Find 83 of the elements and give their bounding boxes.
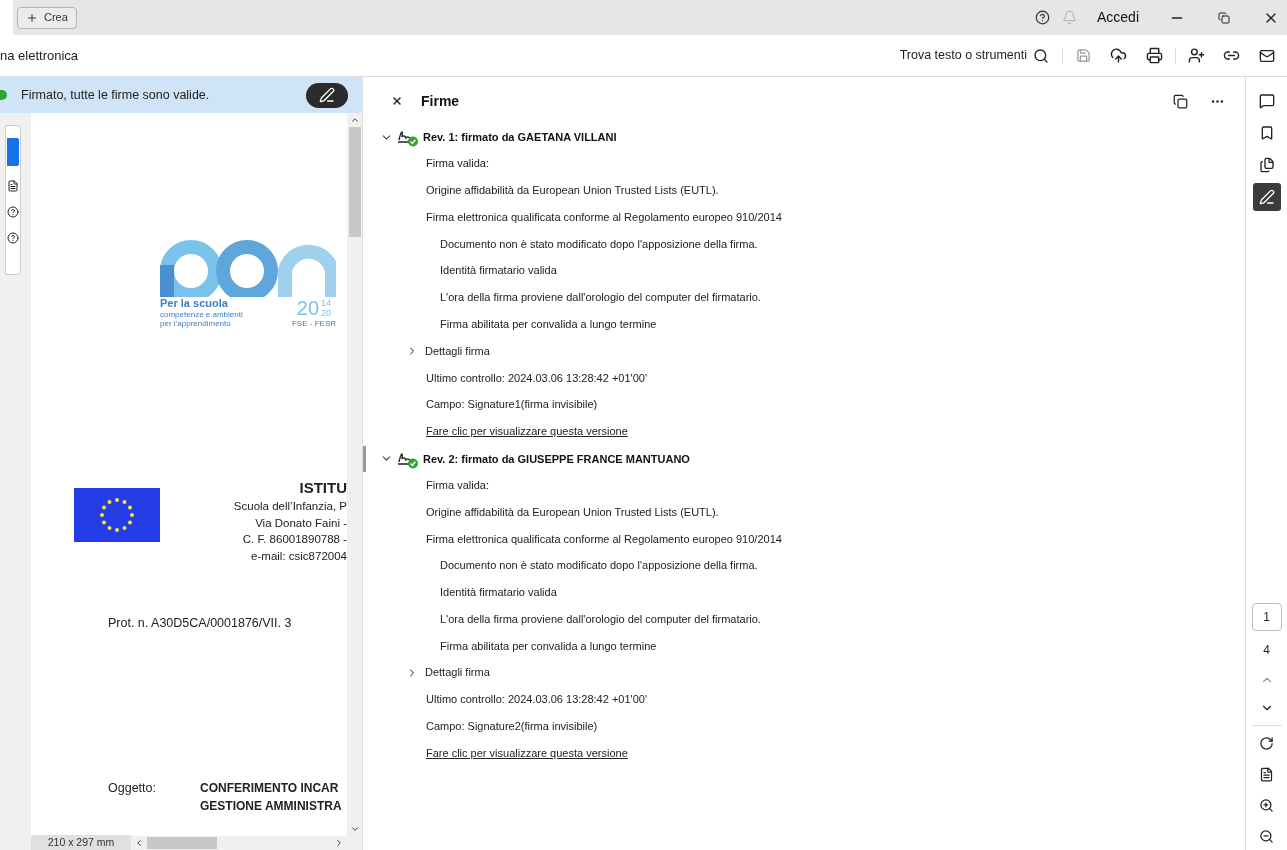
view-version-link[interactable]: Fare clic per visualizzare questa versione bbox=[426, 423, 628, 440]
scrollbar-thumb[interactable] bbox=[348, 127, 361, 237]
logo-year: 20 bbox=[321, 308, 332, 318]
question-icon[interactable] bbox=[7, 206, 19, 218]
scroll-left-icon[interactable] bbox=[134, 838, 144, 848]
scroll-up-icon[interactable] bbox=[349, 115, 360, 125]
add-person-icon[interactable] bbox=[1188, 47, 1205, 64]
protocol-number: Prot. n. A30D5CA/0001876/VII. 3 bbox=[108, 615, 293, 632]
plus-icon bbox=[26, 11, 38, 24]
logo-year: 20 bbox=[296, 297, 320, 319]
scroll-right-icon[interactable] bbox=[334, 838, 344, 848]
signature-detail-text: L'ora della firma proviene dall'orologio del computer del firmatario. bbox=[440, 611, 761, 627]
school-info-text: C. F. 86001890788 - bbox=[242, 532, 347, 547]
signature-detail-text: Firma valida: bbox=[426, 477, 489, 493]
signature-detail-text: Origine affidabilità da European Union Trusted Lists (EUTL). bbox=[426, 504, 719, 520]
signature-detail-text: Documento non è stato modificato dopo l'apposizione della firma. bbox=[440, 236, 758, 252]
save-icon[interactable] bbox=[1076, 48, 1091, 63]
revision-row[interactable]: Rev. 1: firmato da GAETANA VILLANI bbox=[363, 124, 1245, 150]
search-icon bbox=[1033, 47, 1049, 64]
signature-detail-text: Firma elettronica qualificata conforme al Regolamento europeo 910/2014 bbox=[426, 209, 782, 225]
signature-detail-text: Firma elettronica qualificata conforme al Regolamento europeo 910/2014 bbox=[426, 531, 782, 547]
view-version-link[interactable]: Fare clic per visualizzare questa versione bbox=[426, 744, 628, 762]
restore-icon[interactable] bbox=[1218, 11, 1230, 24]
zoom-in-icon[interactable] bbox=[1259, 798, 1274, 813]
create-button[interactable]: Crea bbox=[17, 6, 77, 29]
help-icon[interactable] bbox=[1034, 10, 1050, 25]
revision-title: Rev. 1: firmato da GAETANA VILLANI bbox=[423, 129, 617, 145]
panel-title: Firme bbox=[421, 91, 460, 111]
school-info-text: Scuola dell’Infanzia, P bbox=[233, 499, 347, 514]
sign-in-button[interactable]: Accedi bbox=[1096, 7, 1139, 28]
fit-page-icon[interactable] bbox=[1259, 767, 1274, 782]
logo-subtitle: per l’apprendimento bbox=[160, 319, 232, 328]
pen-icon bbox=[1258, 189, 1275, 205]
details-toggle[interactable]: Dettagli firma bbox=[363, 337, 1245, 365]
school-info-text: Via Donato Faini - bbox=[255, 515, 347, 531]
signature-detail-text: Firma valida: bbox=[426, 156, 489, 172]
revision-title: Rev. 2: firmato da GIUSEPPE FRANCE MANTUANO bbox=[423, 451, 690, 467]
signature-panel-button[interactable] bbox=[306, 82, 348, 108]
revision-row[interactable]: Rev. 2: firmato da GIUSEPPE FRANCE MANTUANO bbox=[363, 445, 1245, 472]
signature-detail-text: Documento non è stato modificato dopo l'apposizione della firma. bbox=[440, 558, 758, 574]
scroll-down-icon[interactable] bbox=[349, 824, 360, 834]
windows-icon[interactable] bbox=[1173, 93, 1188, 109]
logo-year: 14 bbox=[321, 298, 332, 308]
signature-detail-text: Firma abilitata per convalida a lungo termine bbox=[440, 638, 657, 654]
eu-flag-icon bbox=[74, 488, 160, 542]
signature-detail-text: Campo: Signature1(firma invisibile) bbox=[426, 397, 598, 413]
document-title: na elettronica bbox=[0, 46, 79, 65]
valid-status-icon bbox=[0, 90, 7, 100]
question-icon[interactable] bbox=[7, 232, 19, 244]
page-total: 4 bbox=[1263, 642, 1270, 659]
close-icon[interactable] bbox=[391, 95, 403, 107]
page-size-label: 210 x 297 mm bbox=[31, 835, 131, 850]
signature-detail-text: Ultimo controllo: 2024.03.06 13:28:42 +01'00' bbox=[426, 692, 647, 708]
signature-detail-text: Origine affidabilità da European Union Trusted Lists (EUTL). bbox=[426, 182, 719, 198]
signature-detail-text: Ultimo controllo: 2024.03.06 13:28:42 +01'00' bbox=[426, 370, 647, 386]
scrollbar-thumb[interactable] bbox=[147, 837, 217, 849]
signature-detail-text: L'ora della firma proviene dall'orologio del computer del firmatario. bbox=[440, 290, 761, 306]
logo-fund: FSE - FESR bbox=[292, 319, 336, 328]
signature-detail-text: Firma abilitata per convalida a lungo termine bbox=[440, 316, 657, 332]
subject-label: Oggetto: bbox=[108, 779, 157, 797]
zoom-out-icon[interactable] bbox=[1259, 829, 1274, 844]
logo-subtitle: competenze e ambienti bbox=[160, 310, 243, 319]
rotate-icon[interactable] bbox=[1259, 736, 1274, 751]
school-name: ISTITU bbox=[299, 478, 347, 498]
print-icon[interactable] bbox=[1146, 47, 1163, 64]
signature-detail-text: Campo: Signature2(firma invisibile) bbox=[426, 719, 598, 735]
subject-text: GESTIONE AMMINISTRA bbox=[200, 797, 342, 815]
search-tools-button[interactable]: Trova testo o strumenti bbox=[899, 46, 1049, 65]
banner-text: Firmato, tutte le firme sono valide. bbox=[21, 86, 211, 104]
comment-icon bbox=[1258, 93, 1275, 109]
signature-detail-text: Identità firmatario valida bbox=[440, 263, 557, 279]
mail-icon[interactable] bbox=[1259, 47, 1275, 64]
logo-tagline: Per la scuola bbox=[160, 297, 229, 310]
pages-icon bbox=[1258, 157, 1275, 173]
school-info-text: e-mail: csic872004 bbox=[251, 548, 347, 564]
details-toggle[interactable]: Dettagli firma bbox=[363, 659, 1245, 687]
subject-text: CONFERIMENTO INCAR bbox=[200, 779, 340, 797]
page-tool-icon[interactable] bbox=[7, 180, 19, 192]
cloud-upload-icon[interactable] bbox=[1110, 47, 1127, 64]
pen-tool-button[interactable] bbox=[1252, 183, 1281, 211]
pen-icon bbox=[319, 87, 335, 103]
page-number-field[interactable]: 1 bbox=[1251, 603, 1282, 631]
signature-detail-text: Identità firmatario valida bbox=[440, 585, 557, 601]
